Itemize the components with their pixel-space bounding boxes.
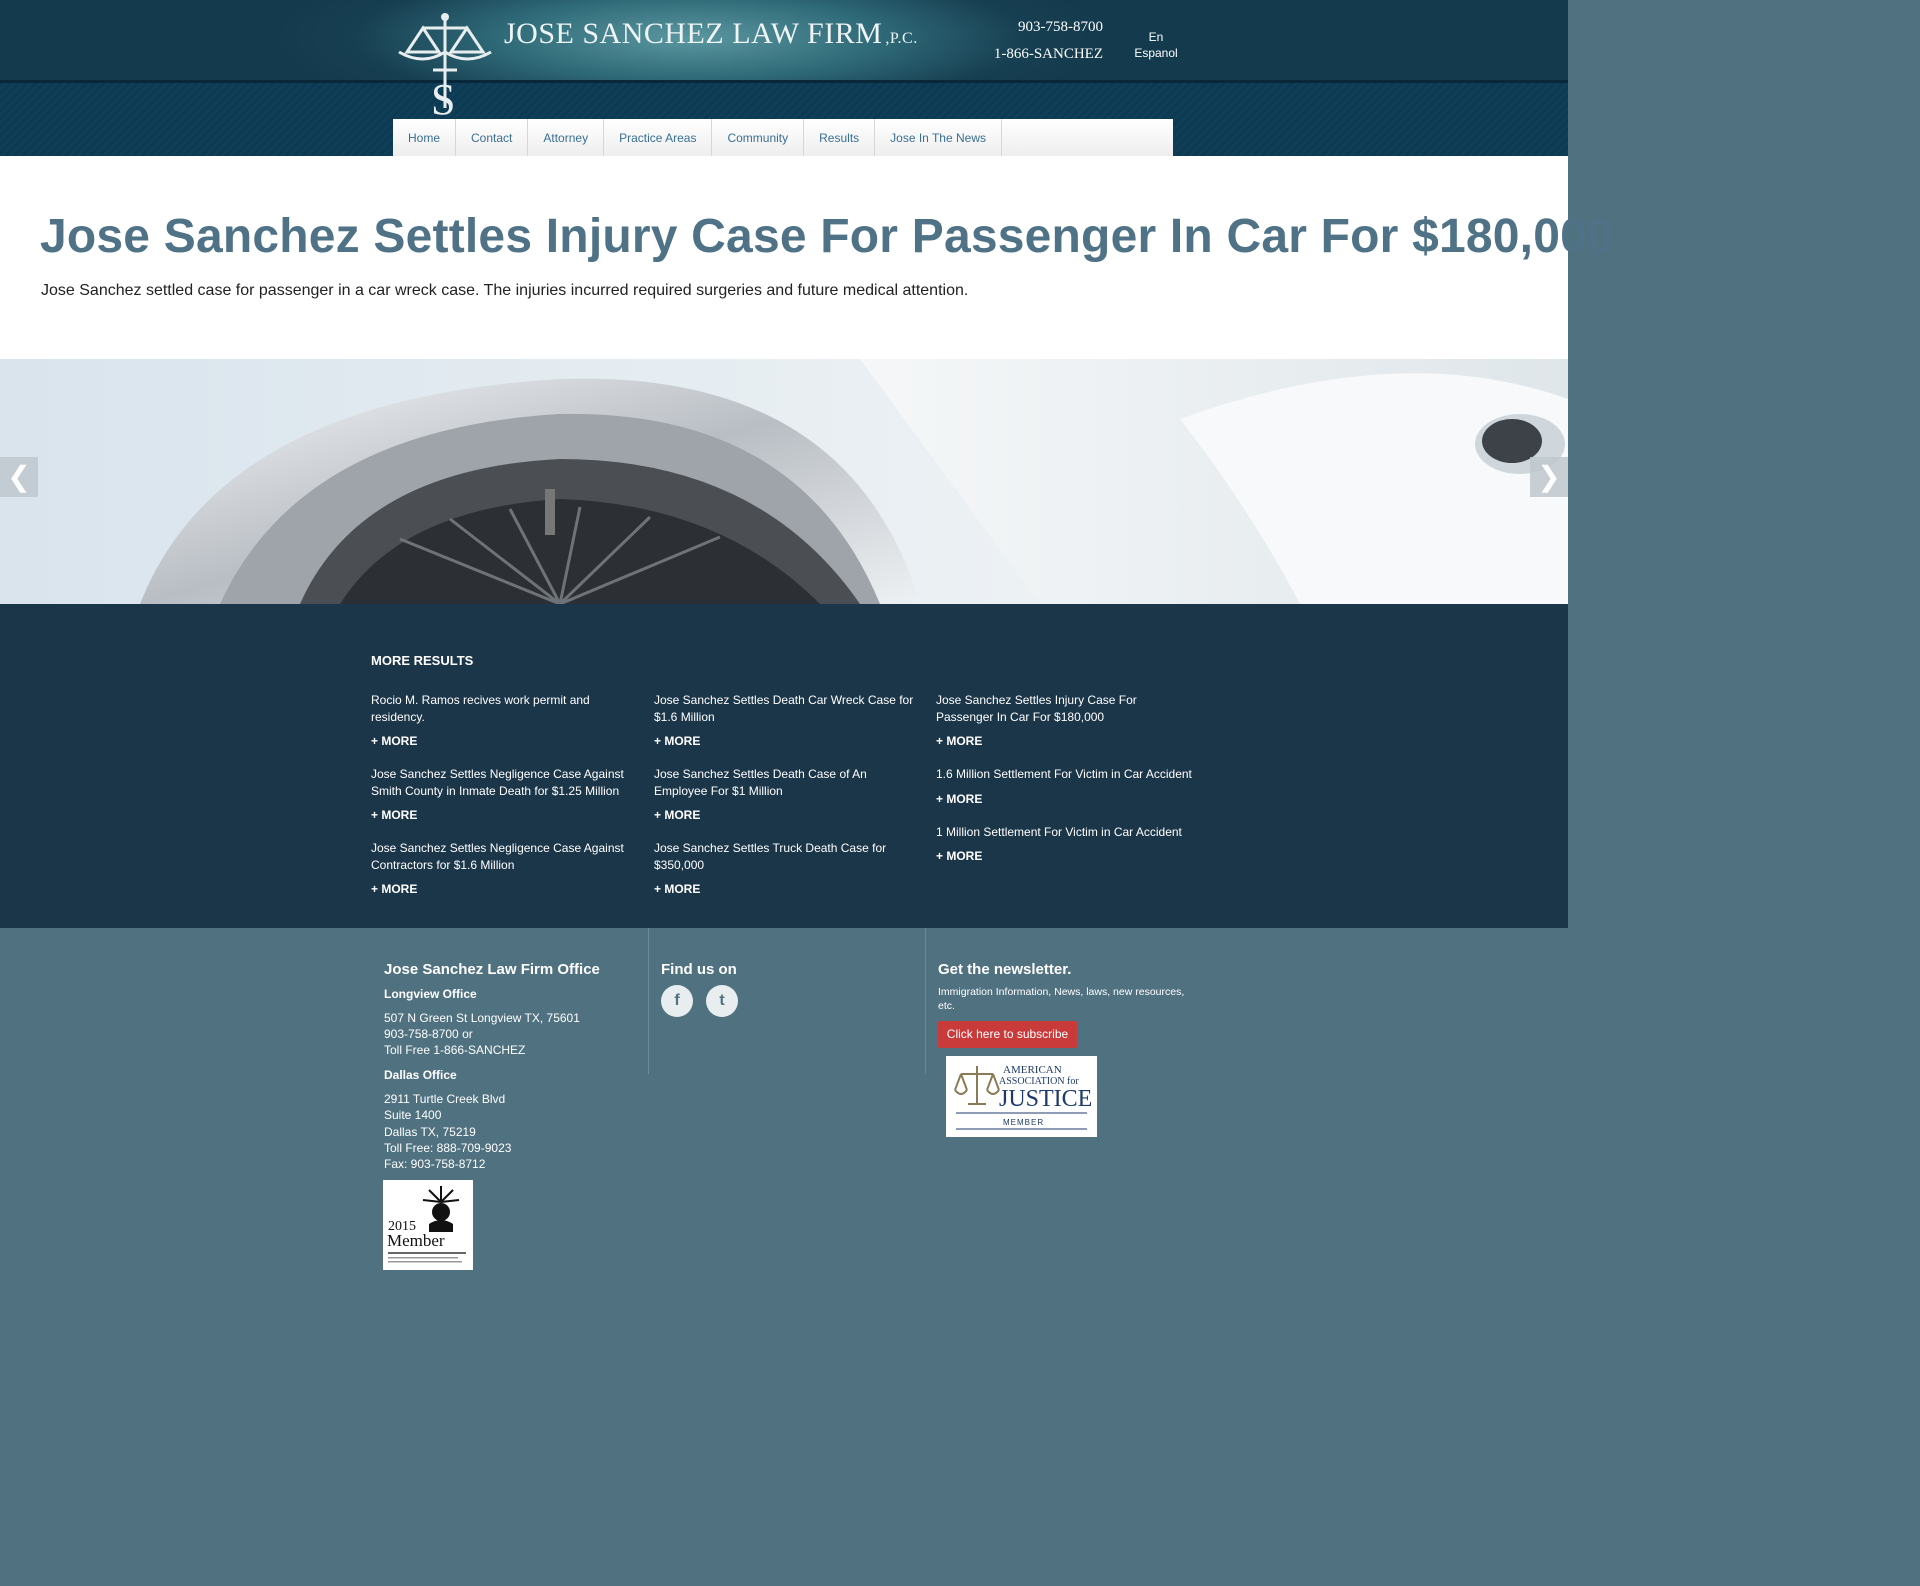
results-column-2: Jose Sanchez Settles Death Car Wreck Cas… (654, 692, 914, 914)
dallas-suite: Suite 1400 (384, 1108, 442, 1122)
twitter-icon: t (719, 992, 725, 1009)
dallas-street: 2911 Turtle Creek Blvd (384, 1092, 506, 1106)
language-spanish-link[interactable]: Espanol (1130, 46, 1182, 60)
facebook-link[interactable]: f (661, 985, 693, 1017)
svg-text:S: S (431, 75, 455, 116)
office-heading: Jose Sanchez Law Firm Office (384, 961, 600, 978)
newsletter-heading: Get the newsletter. (938, 961, 1072, 978)
site-header: S JOSE SANCHEZ LAW FIRM ,P.C. 903-758-870… (0, 0, 1568, 156)
subscribe-button[interactable]: Click here to subscribe (938, 1021, 1077, 1048)
more-results-section: MORE RESULTS Rocio M. Ramos recives work… (0, 604, 1568, 928)
firm-suffix: P.C. (889, 30, 918, 47)
result-item: Jose Sanchez Settles Death Case of An Em… (654, 766, 914, 824)
result-more-link[interactable]: + MORE (654, 808, 700, 822)
result-item: Jose Sanchez Settles Negligence Case Aga… (371, 840, 631, 898)
aaj-line-3: JUSTICE (999, 1086, 1092, 1112)
dallas-office-heading: Dallas Office (384, 1068, 457, 1082)
hero-slider-image (0, 359, 1568, 604)
result-item: Rocio M. Ramos recives work permit and r… (371, 692, 631, 750)
result-more-link[interactable]: + MORE (654, 882, 700, 896)
result-title[interactable]: Jose Sanchez Settles Injury Case For Pas… (936, 692, 1196, 725)
longview-office-heading: Longview Office (384, 987, 477, 1001)
aaj-line-4: MEMBER (1003, 1118, 1044, 1127)
longview-address: 507 N Green St Longview TX, 75601 (384, 1011, 580, 1025)
result-item: Jose Sanchez Settles Injury Case For Pas… (936, 692, 1196, 750)
aaj-member-badge[interactable]: AMERICAN ASSOCIATION for JUSTICE MEMBER (946, 1056, 1097, 1137)
footer-divider (925, 928, 926, 1074)
result-item: Jose Sanchez Settles Death Car Wreck Cas… (654, 692, 914, 750)
result-item: Jose Sanchez Settles Truck Death Case fo… (654, 840, 914, 898)
result-more-link[interactable]: + MORE (371, 734, 417, 748)
phone-primary[interactable]: 903-758-8700 (1003, 19, 1103, 36)
result-title[interactable]: Jose Sanchez Settles Death Car Wreck Cas… (654, 692, 914, 725)
result-title[interactable]: 1 Million Settlement For Victim in Car A… (936, 824, 1196, 841)
nav-item-community[interactable]: Community (712, 119, 805, 156)
chevron-left-icon: ❮ (7, 461, 31, 492)
site-footer (0, 928, 1568, 1295)
result-more-link[interactable]: + MORE (936, 734, 982, 748)
result-title[interactable]: 1.6 Million Settlement For Victim in Car… (936, 766, 1196, 783)
article-header: Jose Sanchez Settles Injury Case For Pas… (0, 156, 1614, 359)
nav-item-home[interactable]: Home (393, 119, 457, 156)
result-title[interactable]: Jose Sanchez Settles Negligence Case Aga… (371, 840, 631, 873)
firm-name[interactable]: JOSE SANCHEZ LAW FIRM ,P.C. (504, 17, 918, 51)
result-item: 1 Million Settlement For Victim in Car A… (936, 824, 1196, 866)
result-more-link[interactable]: + MORE (936, 792, 982, 806)
nav-item-jose-in-the-news[interactable]: Jose In The News (875, 119, 1002, 156)
longview-tollfree[interactable]: Toll Free 1-866-SANCHEZ (384, 1042, 525, 1058)
more-results-heading: MORE RESULTS (371, 653, 474, 668)
results-column-3: Jose Sanchez Settles Injury Case For Pas… (936, 692, 1196, 881)
result-title[interactable]: Jose Sanchez Settles Death Case of An Em… (654, 766, 914, 799)
result-more-link[interactable]: + MORE (936, 849, 982, 863)
nav-item-practice-areas[interactable]: Practice Areas (604, 119, 713, 156)
result-title[interactable]: Jose Sanchez Settles Truck Death Case fo… (654, 840, 914, 873)
twitter-link[interactable]: t (706, 985, 738, 1017)
result-more-link[interactable]: + MORE (371, 808, 417, 822)
dallas-city: Dallas TX, 75219 (384, 1125, 476, 1139)
result-item: 1.6 Million Settlement For Victim in Car… (936, 766, 1196, 808)
page-subtitle: Jose Sanchez settled case for passenger … (41, 282, 969, 299)
slider-prev-button[interactable]: ❮ (0, 457, 38, 497)
aaj-line-1: AMERICAN (1003, 1064, 1062, 1076)
dallas-tollfree[interactable]: Toll Free: 888-709-9023 (384, 1140, 511, 1156)
scales-logo-icon[interactable]: S (395, 10, 495, 116)
page-title: Jose Sanchez Settles Injury Case For Pas… (40, 210, 1614, 263)
slider-next-button[interactable]: ❯ (1530, 457, 1568, 497)
find-us-heading: Find us on (661, 961, 737, 978)
jet-engine-image (140, 359, 1568, 604)
longview-phone[interactable]: 903-758-8700 or (384, 1026, 473, 1042)
footer-divider (648, 928, 649, 1074)
main-nav: Home Contact Attorney Practice Areas Com… (393, 119, 1173, 156)
newsletter-description-cont: etc. (938, 1000, 955, 1012)
chevron-right-icon: ❯ (1537, 461, 1561, 492)
newsletter-description: Immigration Information, News, laws, new… (938, 986, 1185, 998)
member-2015-badge: 2015 Member (383, 1180, 473, 1270)
nav-item-contact[interactable]: Contact (456, 119, 529, 156)
language-english-link[interactable]: En (1130, 30, 1182, 44)
result-title[interactable]: Jose Sanchez Settles Negligence Case Aga… (371, 766, 631, 799)
member-badge-label: Member (387, 1231, 445, 1250)
result-title[interactable]: Rocio M. Ramos recives work permit and r… (371, 692, 631, 725)
result-item: Jose Sanchez Settles Negligence Case Aga… (371, 766, 631, 824)
result-more-link[interactable]: + MORE (654, 734, 700, 748)
facebook-icon: f (674, 992, 680, 1009)
liberty-logo-icon: 2015 Member (387, 1186, 466, 1263)
dallas-fax: Fax: 903-758-8712 (384, 1157, 486, 1171)
nav-item-attorney[interactable]: Attorney (528, 119, 605, 156)
nav-item-results[interactable]: Results (804, 119, 876, 156)
result-more-link[interactable]: + MORE (371, 882, 417, 896)
firm-name-text: JOSE SANCHEZ LAW FIRM (504, 17, 883, 50)
results-column-1: Rocio M. Ramos recives work permit and r… (371, 692, 631, 914)
aaj-logo-icon: AMERICAN ASSOCIATION for JUSTICE MEMBER (954, 1064, 1092, 1130)
phone-tollfree[interactable]: 1-866-SANCHEZ (973, 46, 1103, 63)
